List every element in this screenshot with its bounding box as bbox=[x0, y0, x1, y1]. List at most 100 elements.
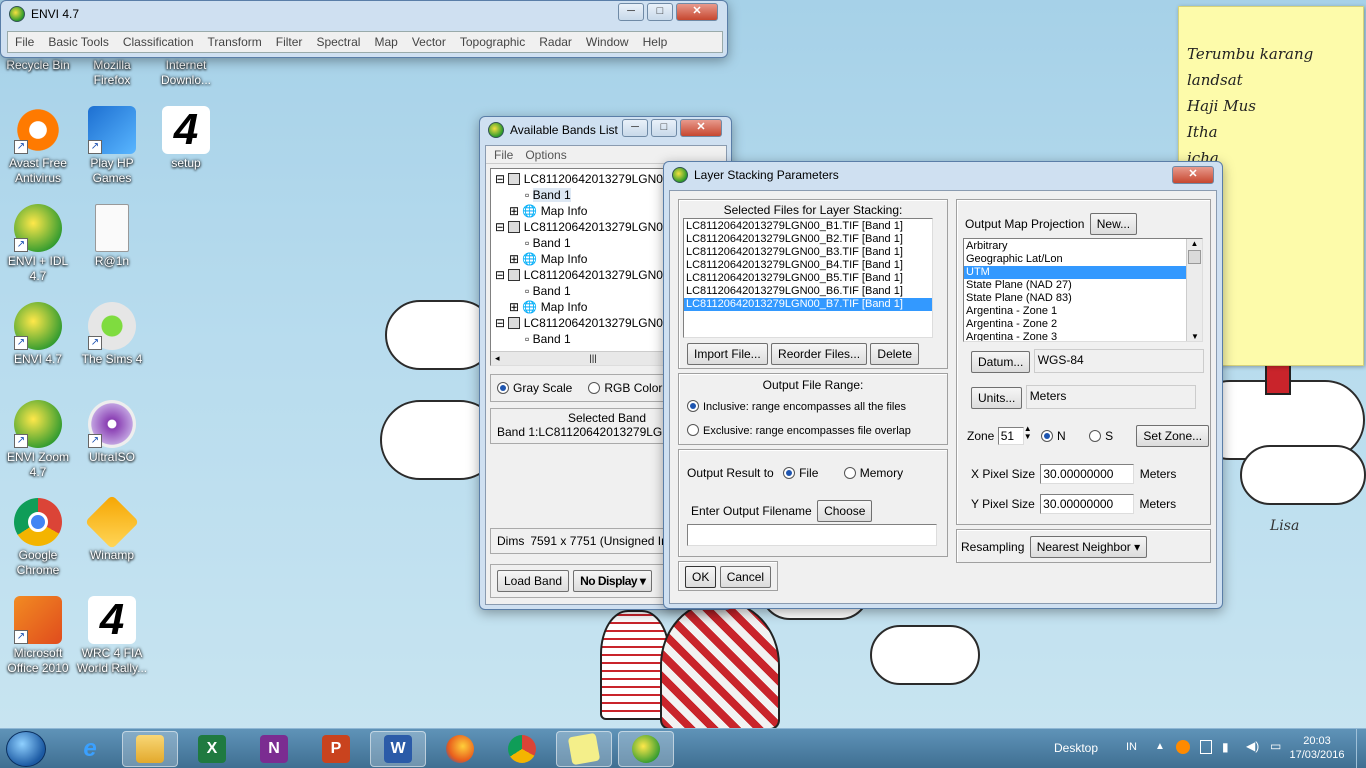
list-item[interactable]: LC81120642013279LGN00_B4.TIF [Band 1] bbox=[684, 259, 932, 272]
close-button[interactable]: ✕ bbox=[676, 3, 718, 21]
desktop-icon-chrome[interactable]: Google Chrome bbox=[0, 498, 76, 578]
menu-file[interactable]: File bbox=[486, 148, 521, 162]
tree-file-node[interactable]: ⊟ LC81120642013279LGN00_ bbox=[495, 315, 676, 331]
desktop-icon-avast[interactable]: ↗ Avast Free Antivirus bbox=[0, 106, 76, 186]
language-indicator[interactable]: IN bbox=[1126, 741, 1137, 753]
clock[interactable]: 20:03 17/03/2016 bbox=[1282, 734, 1352, 762]
desktop-icon-ultraiso[interactable]: ↗ UltraISO bbox=[74, 400, 150, 465]
inclusive-radio[interactable]: Inclusive: range encompasses all the fil… bbox=[687, 400, 906, 413]
show-desktop-button[interactable] bbox=[1356, 729, 1366, 768]
tree-mapinfo-node[interactable]: ⊞ 🌐 Map Info bbox=[495, 299, 676, 315]
new-projection-button[interactable]: New... bbox=[1089, 213, 1138, 235]
vertical-scrollbar[interactable]: ▲ ▼ bbox=[1186, 239, 1202, 341]
reorder-files-button[interactable]: Reorder Files... bbox=[771, 343, 868, 365]
tree-band-node[interactable]: ▫ Band 1 bbox=[495, 283, 676, 299]
rgb-color-radio[interactable]: RGB Color bbox=[588, 381, 662, 395]
tree-file-node[interactable]: ⊟ LC81120642013279LGN00_ bbox=[495, 219, 676, 235]
zone-input[interactable]: 51 bbox=[997, 427, 1024, 445]
desktop-label-internet-download[interactable]: Internet Downlo... bbox=[148, 58, 224, 88]
close-button[interactable]: ✕ bbox=[680, 119, 722, 137]
south-radio[interactable]: S bbox=[1089, 429, 1113, 443]
menu-map[interactable]: Map bbox=[367, 35, 404, 49]
desktop-icon-envi-idl[interactable]: ↗ ENVI + IDL 4.7 bbox=[0, 204, 76, 284]
files-listbox[interactable]: LC81120642013279LGN00_B1.TIF [Band 1] LC… bbox=[683, 218, 933, 338]
load-band-button[interactable]: Load Band bbox=[497, 570, 570, 592]
list-item-selected[interactable]: LC81120642013279LGN00_B7.TIF [Band 1] bbox=[684, 298, 932, 311]
list-item-selected[interactable]: UTM bbox=[964, 266, 1186, 279]
units-button[interactable]: Units... bbox=[971, 387, 1023, 409]
desktop-icon-envi[interactable]: ↗ ENVI 4.7 bbox=[0, 302, 76, 367]
desktop-icon-winamp[interactable]: Winamp bbox=[74, 494, 150, 563]
tree-file-node[interactable]: ⊟ LC81120642013279LGN00_ bbox=[495, 267, 676, 283]
cancel-button[interactable]: Cancel bbox=[719, 566, 772, 588]
desktop-label-firefox[interactable]: Mozilla Firefox bbox=[74, 58, 150, 88]
start-button[interactable] bbox=[6, 731, 46, 767]
exclusive-radio[interactable]: Exclusive: range encompasses file overla… bbox=[687, 424, 911, 437]
taskbar-sticky-notes[interactable] bbox=[556, 731, 612, 767]
list-item[interactable]: Argentina - Zone 2 bbox=[964, 318, 1186, 331]
list-item[interactable]: State Plane (NAD 83) bbox=[964, 292, 1186, 305]
tree-file-node[interactable]: ⊟ LC81120642013279LGN00_ bbox=[495, 171, 676, 187]
desktop-icon-sims4[interactable]: ↗ The Sims 4 bbox=[74, 302, 150, 367]
taskbar-powerpoint[interactable]: P bbox=[308, 731, 364, 767]
maximize-button[interactable]: □ bbox=[647, 3, 673, 21]
projection-listbox[interactable]: Arbitrary Geographic Lat/Lon UTM State P… bbox=[963, 238, 1203, 342]
taskbar-ie[interactable]: e bbox=[62, 731, 118, 767]
resampling-select[interactable]: Nearest Neighbor ▾ bbox=[1029, 536, 1148, 558]
set-zone-button[interactable]: Set Zone... bbox=[1136, 425, 1210, 447]
import-file-button[interactable]: Import File... bbox=[687, 343, 768, 365]
avast-tray-icon[interactable] bbox=[1176, 740, 1190, 754]
menu-file[interactable]: File bbox=[8, 35, 41, 49]
y-pixel-input[interactable]: 30.00000000 bbox=[1040, 494, 1135, 514]
menu-topographic[interactable]: Topographic bbox=[453, 35, 532, 49]
menu-filter[interactable]: Filter bbox=[269, 35, 310, 49]
delete-button[interactable]: Delete bbox=[870, 343, 920, 365]
menu-transform[interactable]: Transform bbox=[201, 35, 269, 49]
list-item[interactable]: LC81120642013279LGN00_B1.TIF [Band 1] bbox=[684, 220, 932, 233]
menu-classification[interactable]: Classification bbox=[116, 35, 201, 49]
taskbar-envi[interactable] bbox=[618, 731, 674, 767]
list-item[interactable]: LC81120642013279LGN00_B5.TIF [Band 1] bbox=[684, 272, 932, 285]
desktop-icon-office[interactable]: ↗ Microsoft Office 2010 bbox=[0, 596, 76, 676]
close-button[interactable]: ✕ bbox=[1172, 166, 1214, 184]
desktop-icon-setup[interactable]: 4 setup bbox=[148, 106, 224, 171]
taskbar-firefox[interactable] bbox=[432, 731, 488, 767]
list-item[interactable]: Argentina - Zone 3 bbox=[964, 331, 1186, 341]
minimize-button[interactable]: ─ bbox=[618, 3, 644, 21]
x-pixel-input[interactable]: 30.00000000 bbox=[1040, 464, 1135, 484]
menu-vector[interactable]: Vector bbox=[405, 35, 453, 49]
maximize-button[interactable]: □ bbox=[651, 119, 677, 137]
taskbar-chrome[interactable] bbox=[494, 731, 550, 767]
output-filename-input[interactable] bbox=[687, 524, 937, 546]
show-hidden-icons-button[interactable]: ▲ bbox=[1155, 741, 1165, 752]
list-item[interactable]: Argentina - Zone 1 bbox=[964, 305, 1186, 318]
list-item[interactable]: LC81120642013279LGN00_B6.TIF [Band 1] bbox=[684, 285, 932, 298]
list-item[interactable]: Arbitrary bbox=[964, 240, 1186, 253]
tree-band-node[interactable]: ▫ Band 1 bbox=[495, 331, 676, 347]
volume-icon[interactable]: ◀) bbox=[1246, 739, 1259, 753]
menu-basic-tools[interactable]: Basic Tools bbox=[41, 35, 115, 49]
desktop-label-recycle-bin[interactable]: Recycle Bin bbox=[0, 58, 76, 73]
list-item[interactable]: Geographic Lat/Lon bbox=[964, 253, 1186, 266]
tree-band-node[interactable]: ▫ Band 1 bbox=[495, 235, 676, 251]
list-item[interactable]: State Plane (NAD 27) bbox=[964, 279, 1186, 292]
scroll-thumb[interactable] bbox=[1188, 250, 1201, 264]
desktop-toolbar-label[interactable]: Desktop bbox=[1054, 741, 1098, 755]
taskbar-onenote[interactable]: N bbox=[246, 731, 302, 767]
north-radio[interactable]: N bbox=[1041, 429, 1066, 443]
menu-window[interactable]: Window bbox=[579, 35, 636, 49]
battery-icon[interactable]: ▭ bbox=[1270, 739, 1281, 753]
taskbar-excel[interactable]: X bbox=[184, 731, 240, 767]
desktop-icon-wrc4[interactable]: 4 WRC 4 FIA World Rally... bbox=[74, 596, 150, 676]
taskbar-word[interactable]: W bbox=[370, 731, 426, 767]
desktop-icon-hp-games[interactable]: ↗ Play HP Games bbox=[74, 106, 150, 186]
tree-band-node[interactable]: ▫ Band 1 bbox=[495, 187, 676, 203]
gray-scale-radio[interactable]: Gray Scale bbox=[497, 381, 572, 395]
network-icon[interactable]: ▮ bbox=[1222, 740, 1229, 754]
desktop-icon-r1n[interactable]: R@1n bbox=[74, 204, 150, 269]
list-item[interactable]: LC81120642013279LGN00_B2.TIF [Band 1] bbox=[684, 233, 932, 246]
minimize-button[interactable]: ─ bbox=[622, 119, 648, 137]
taskbar-explorer[interactable] bbox=[122, 731, 178, 767]
list-item[interactable]: LC81120642013279LGN00_B3.TIF [Band 1] bbox=[684, 246, 932, 259]
device-tray-icon[interactable] bbox=[1200, 740, 1212, 754]
